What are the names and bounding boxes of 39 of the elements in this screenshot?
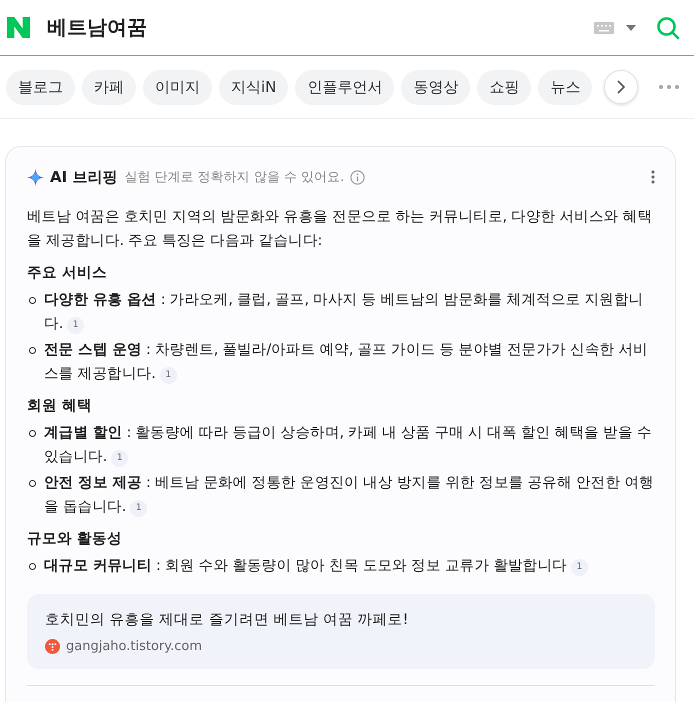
more-icon[interactable]: [659, 85, 679, 89]
section-heading: 회원 혜택: [27, 397, 94, 416]
keyboard-icon[interactable]: [594, 22, 614, 34]
category-tab[interactable]: 쇼핑: [477, 70, 532, 104]
bullet-text: 계급별 할인 : 활동량에 따라 등급이 상승하며, 카페 내 상품 구매 시 대폭 할인 혜택을 받을 수 있습니다. 1: [44, 424, 652, 469]
site-favicon-icon: [45, 639, 60, 654]
bullet-icon: [29, 563, 36, 570]
bullet-icon: [29, 347, 36, 354]
next-button[interactable]: [604, 70, 638, 104]
category-tab[interactable]: 인플루언서: [295, 70, 394, 104]
bullet-icon: [29, 480, 36, 487]
search-query[interactable]: 베트남여꿈: [47, 14, 594, 41]
bullet-text: 전문 스텝 운영 : 차량렌트, 풀빌라/아파트 예약, 골프 가이드 등 분야별 전문가가 신속한 서비스를 제공합니다. 1: [44, 341, 649, 386]
bullet-text: 대규모 커뮤니티 : 회원 수와 활동량이 많아 친목 도모와 정보 교류가 활발합니다 1: [44, 554, 588, 578]
category-tab[interactable]: 이미지: [143, 70, 212, 104]
search-icon[interactable]: [656, 16, 680, 40]
intro-paragraph: 베트남 여꿈은 호치민 지역의 밤문화와 유흥을 전문으로 하는 커뮤니티로, 다양한 서비스와 혜택을 제공합니다. 주요 특징은 다음과 같습니다:: [27, 208, 654, 251]
sparkle-icon: [27, 168, 44, 186]
kebab-menu-icon[interactable]: [651, 170, 655, 184]
bullet-icon: [29, 297, 36, 304]
bullet-text: 다양한 유흥 옵션 : 가라오케, 클럽, 골프, 마사지 등 베트남의 밤문화를 체계적으로 지원합니다. 1: [44, 291, 644, 336]
bullet-text: 안전 정보 제공 : 베트남 문화에 정통한 운영진이 내상 방지를 위한 정보를 공유해 안전한 여행을 돕습니다. 1: [44, 474, 655, 519]
source-title: 호치민의 유흥을 제대로 즐기려면 베트남 여꿈 까페로!: [45, 611, 410, 629]
caret-icon[interactable]: [626, 24, 636, 30]
briefing-title: AI 브리핑: [50, 168, 118, 186]
disclaimer-text: 실험 단계로 정확하지 않을 수 있어요.: [124, 169, 344, 186]
source-card[interactable]: 호치민의 유흥을 제대로 즐기려면 베트남 여꿈 까페로! gangjaho.tistory.com: [27, 594, 655, 669]
category-tab[interactable]: 블로그: [6, 70, 75, 104]
section-heading: 규모와 활동성: [27, 530, 124, 549]
chevron-right-icon: [617, 80, 625, 94]
source-url: gangjaho.tistory.com: [66, 639, 202, 654]
category-tab[interactable]: 지식iN: [219, 70, 288, 104]
category-tab[interactable]: 카페: [82, 70, 136, 104]
bullet-icon: [29, 430, 36, 437]
section-heading: 주요 서비스: [27, 264, 108, 283]
naver-logo-icon[interactable]: [7, 17, 30, 38]
category-tab[interactable]: 동영상: [401, 70, 470, 104]
info-icon[interactable]: [350, 170, 366, 184]
category-tab[interactable]: 뉴스: [538, 70, 592, 104]
